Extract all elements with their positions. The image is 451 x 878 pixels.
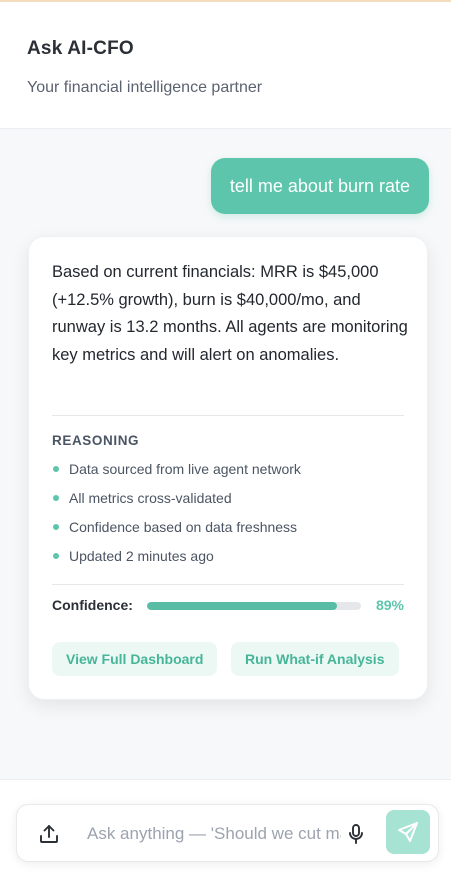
user-message-bubble: tell me about burn rate [210, 158, 429, 214]
chat-thread[interactable]: tell me about burn rate Based on current… [0, 129, 451, 779]
page-subtitle: Your financial intelligence partner [27, 79, 263, 96]
reasoning-item-text: Data sourced from live agent network [69, 461, 301, 477]
send-icon [398, 822, 418, 842]
view-full-dashboard-button[interactable]: View Full Dashboard [52, 642, 218, 676]
reasoning-item: Confidence based on data freshness [52, 517, 404, 546]
reasoning-item-text: Updated 2 minutes ago [69, 548, 214, 564]
bullet-dot-icon [53, 495, 59, 501]
microphone-icon[interactable] [344, 822, 368, 846]
reasoning-list: Data sourced from live agent network All… [52, 459, 404, 575]
confidence-value: 89% [375, 597, 404, 613]
reasoning-item: Data sourced from live agent network [52, 459, 404, 488]
confidence-label: Confidence: [52, 597, 133, 613]
header: Ask AI-CFO Your financial intelligence p… [0, 2, 451, 129]
reasoning-item: Updated 2 minutes ago [52, 546, 404, 575]
bullet-dot-icon [53, 524, 59, 530]
reasoning-title: REASONING [52, 433, 140, 448]
ask-input[interactable] [87, 818, 341, 850]
composer [16, 804, 439, 862]
app: Ask AI-CFO Your financial intelligence p… [0, 0, 451, 878]
page-title: Ask AI-CFO [27, 38, 134, 59]
ai-response-text: Based on current financials: MRR is $45,… [52, 263, 408, 364]
confidence-bar-fill [147, 602, 338, 610]
bullet-dot-icon [53, 553, 59, 559]
ai-response-card: Based on current financials: MRR is $45,… [28, 236, 428, 700]
send-button[interactable] [386, 810, 430, 854]
divider [52, 415, 404, 416]
bullet-dot-icon [53, 466, 59, 472]
reasoning-item-text: Confidence based on data freshness [69, 519, 298, 535]
confidence-row: Confidence: 89% [52, 595, 404, 617]
reasoning-item: All metrics cross-validated [52, 488, 404, 517]
confidence-bar [147, 602, 361, 610]
composer-area [0, 779, 451, 878]
divider [52, 584, 404, 585]
reasoning-item-text: All metrics cross-validated [69, 490, 232, 506]
upload-icon[interactable] [37, 822, 61, 846]
run-what-if-analysis-button[interactable]: Run What-if Analysis [231, 642, 399, 676]
